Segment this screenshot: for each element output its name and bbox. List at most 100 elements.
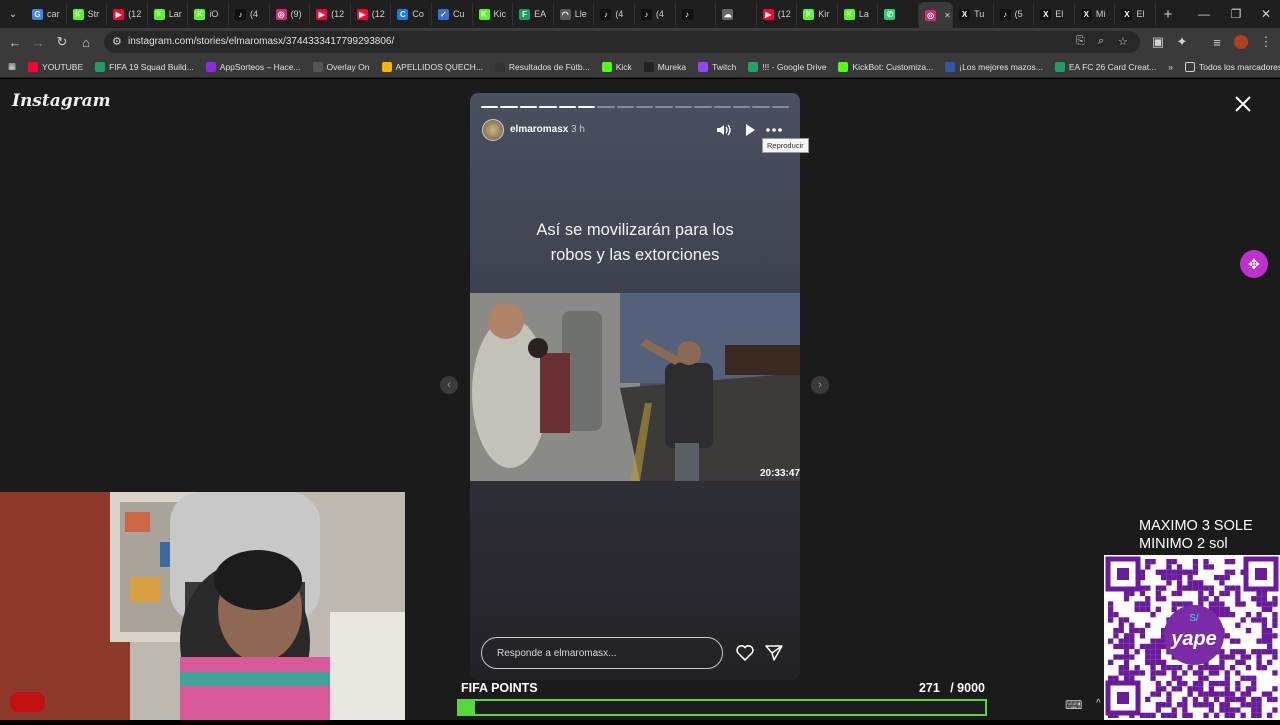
tab-favicon-icon: ✓ xyxy=(437,8,449,20)
browser-tab[interactable]: X Tu xyxy=(953,3,994,25)
browser-tab[interactable]: X El xyxy=(1115,3,1157,25)
bookmark-item[interactable]: YOUTUBE xyxy=(22,61,89,72)
bookmark-label: YOUTUBE xyxy=(42,61,84,72)
instagram-logo[interactable]: Instagram xyxy=(12,91,111,111)
bookmark-item[interactable]: Mureka xyxy=(638,61,692,72)
fifa-points-progress-fill xyxy=(459,701,475,714)
zoom-icon[interactable]: ⌕ xyxy=(1098,35,1104,48)
browser-tab[interactable]: ◎ (9) xyxy=(270,3,311,25)
extension-icon[interactable]: ▣ xyxy=(1148,32,1168,52)
story-progress-segment xyxy=(519,106,538,108)
browser-tab[interactable]: ✆ xyxy=(878,3,920,25)
browser-tab[interactable]: ♪ xyxy=(676,3,717,25)
back-button[interactable]: ← xyxy=(5,32,25,52)
close-tab-icon[interactable]: ✕ xyxy=(944,11,951,20)
minimize-button[interactable]: — xyxy=(1188,0,1220,28)
browser-tab[interactable]: K Lar xyxy=(148,3,189,25)
reload-button[interactable]: ↻ xyxy=(52,32,72,52)
browser-tab[interactable]: KiO xyxy=(188,3,229,25)
story-viewer[interactable]: elmaromasx 3 h Así se movilizarán para l… xyxy=(470,93,800,680)
home-button[interactable]: ⌂ xyxy=(76,32,96,52)
profile-avatar[interactable] xyxy=(1231,32,1251,52)
browser-tab[interactable]: ◠ Lle xyxy=(554,3,595,25)
bookmark-item[interactable]: !!! - Google Drive xyxy=(742,61,832,72)
play-icon[interactable] xyxy=(741,121,759,139)
more-options-icon[interactable] xyxy=(765,121,783,139)
bookmark-item[interactable]: Overlay On xyxy=(307,61,376,72)
tab-favicon-icon: ☁ xyxy=(722,8,734,20)
forward-button[interactable]: → xyxy=(28,32,48,52)
media-control-icon[interactable]: ≡ xyxy=(1207,32,1227,52)
send-message-icon[interactable] xyxy=(764,643,784,663)
story-avatar[interactable] xyxy=(482,119,504,141)
restore-button[interactable]: ❐ xyxy=(1220,0,1252,28)
browser-tab[interactable]: ♪ (5 xyxy=(994,3,1035,25)
new-tab-button[interactable]: + xyxy=(1156,6,1180,23)
story-headline-line-2: robos y las extorciones xyxy=(550,246,720,264)
bookmark-favicon-icon xyxy=(205,61,216,72)
bookmark-item[interactable]: APELLIDOS QUECH... xyxy=(376,61,489,72)
browser-tab[interactable]: C Co xyxy=(391,3,432,25)
browser-tab[interactable]: ▶ (12 xyxy=(351,3,392,25)
reply-input[interactable]: Responde a elmaromasx... xyxy=(481,637,723,669)
next-story-button[interactable]: › xyxy=(811,376,829,394)
bookmark-item[interactable]: ¡Los mejores mazos... xyxy=(939,61,1049,72)
browser-tab[interactable]: K La xyxy=(838,3,879,25)
browser-menu-icon[interactable]: ⋮ xyxy=(1256,32,1276,52)
taskbar-tray: ⌨ ^ xyxy=(1060,698,1105,718)
extensions-puzzle-icon[interactable]: ✦ xyxy=(1172,32,1192,52)
bookmark-item[interactable]: Kick xyxy=(596,61,638,72)
browser-tab[interactable]: ♪ (4 xyxy=(594,3,635,25)
bookmark-item[interactable]: FIFA 19 Squad Build... xyxy=(89,61,200,72)
tab-title: (12 xyxy=(777,9,791,19)
install-app-icon[interactable]: ⎘ xyxy=(1076,35,1085,48)
like-heart-icon[interactable] xyxy=(735,643,755,663)
bookmark-label: Kick xyxy=(615,61,632,72)
tray-chevron-icon[interactable]: ^ xyxy=(1096,698,1101,709)
browser-tab[interactable]: X Mi xyxy=(1075,3,1116,25)
browser-tab[interactable]: ▶ (12 xyxy=(757,3,798,25)
bookmarks-overflow-icon[interactable]: » xyxy=(1162,62,1179,72)
bookmark-item[interactable]: KickBot: Customiza... xyxy=(832,61,939,72)
bookmark-item[interactable]: AppSorteos – Hace... xyxy=(200,61,307,72)
browser-tab[interactable]: ♪ (4 xyxy=(635,3,676,25)
fifa-points-progress xyxy=(457,699,987,716)
browser-tab[interactable]: ▶ (12 xyxy=(107,3,148,25)
site-info-icon[interactable]: ⚙ xyxy=(112,35,122,48)
bookmark-item[interactable]: Resultados de Fútb... xyxy=(489,61,596,72)
browser-tab[interactable]: ☁ xyxy=(716,3,757,25)
previous-story-button[interactable]: ‹ xyxy=(440,376,458,394)
tab-title: EA xyxy=(534,9,547,19)
apps-grid-icon[interactable]: ▦ xyxy=(0,61,22,72)
tab-title: La xyxy=(858,9,869,19)
address-bar[interactable]: ⚙ instagram.com/stories/elmaromasx/37443… xyxy=(104,31,1140,53)
browser-tab[interactable]: ▶ (12 xyxy=(310,3,351,25)
tab-search-button[interactable]: ⌄ xyxy=(0,0,26,28)
browser-tab[interactable]: X El xyxy=(1034,3,1075,25)
bookmark-label: Twitch xyxy=(712,61,737,72)
all-bookmarks-label: Todos los marcadores xyxy=(1199,61,1280,72)
tab-favicon-icon: ✆ xyxy=(884,8,896,20)
keyboard-icon[interactable]: ⌨ xyxy=(1065,698,1082,712)
browser-tab[interactable]: ◎ ✕ xyxy=(919,2,954,28)
browser-tab[interactable]: K Kic xyxy=(473,3,514,25)
volume-icon[interactable] xyxy=(715,121,733,139)
tab-favicon-icon: K xyxy=(194,8,206,20)
story-username[interactable]: elmaromasx xyxy=(510,124,568,135)
browser-tab[interactable]: ✓ Cu xyxy=(432,3,473,25)
all-bookmarks-folder[interactable]: Todos los marcadores xyxy=(1179,61,1280,72)
close-window-button[interactable]: ✕ xyxy=(1250,0,1280,28)
donation-info: MAXIMO 3 SOLE MINIMO 2 sol xyxy=(1139,517,1253,553)
bookmark-item[interactable]: Twitch xyxy=(692,61,742,72)
floating-extension-icon[interactable]: ✥ xyxy=(1240,250,1268,278)
bookmark-star-icon[interactable]: ☆ xyxy=(1118,35,1128,48)
tab-title: El xyxy=(1055,9,1064,19)
browser-tab[interactable]: F EA xyxy=(513,3,554,25)
bookmark-item[interactable]: EA FC 26 Card Creat... xyxy=(1049,61,1162,72)
browser-tab[interactable]: K Str xyxy=(67,3,108,25)
donation-min-text: MINIMO 2 sol xyxy=(1139,536,1228,552)
browser-tab[interactable]: ♪ (4 xyxy=(229,3,270,25)
browser-tab[interactable]: Gcar xyxy=(26,3,67,25)
browser-tab[interactable]: K Kir xyxy=(797,3,838,25)
close-story-icon[interactable] xyxy=(1233,94,1253,114)
